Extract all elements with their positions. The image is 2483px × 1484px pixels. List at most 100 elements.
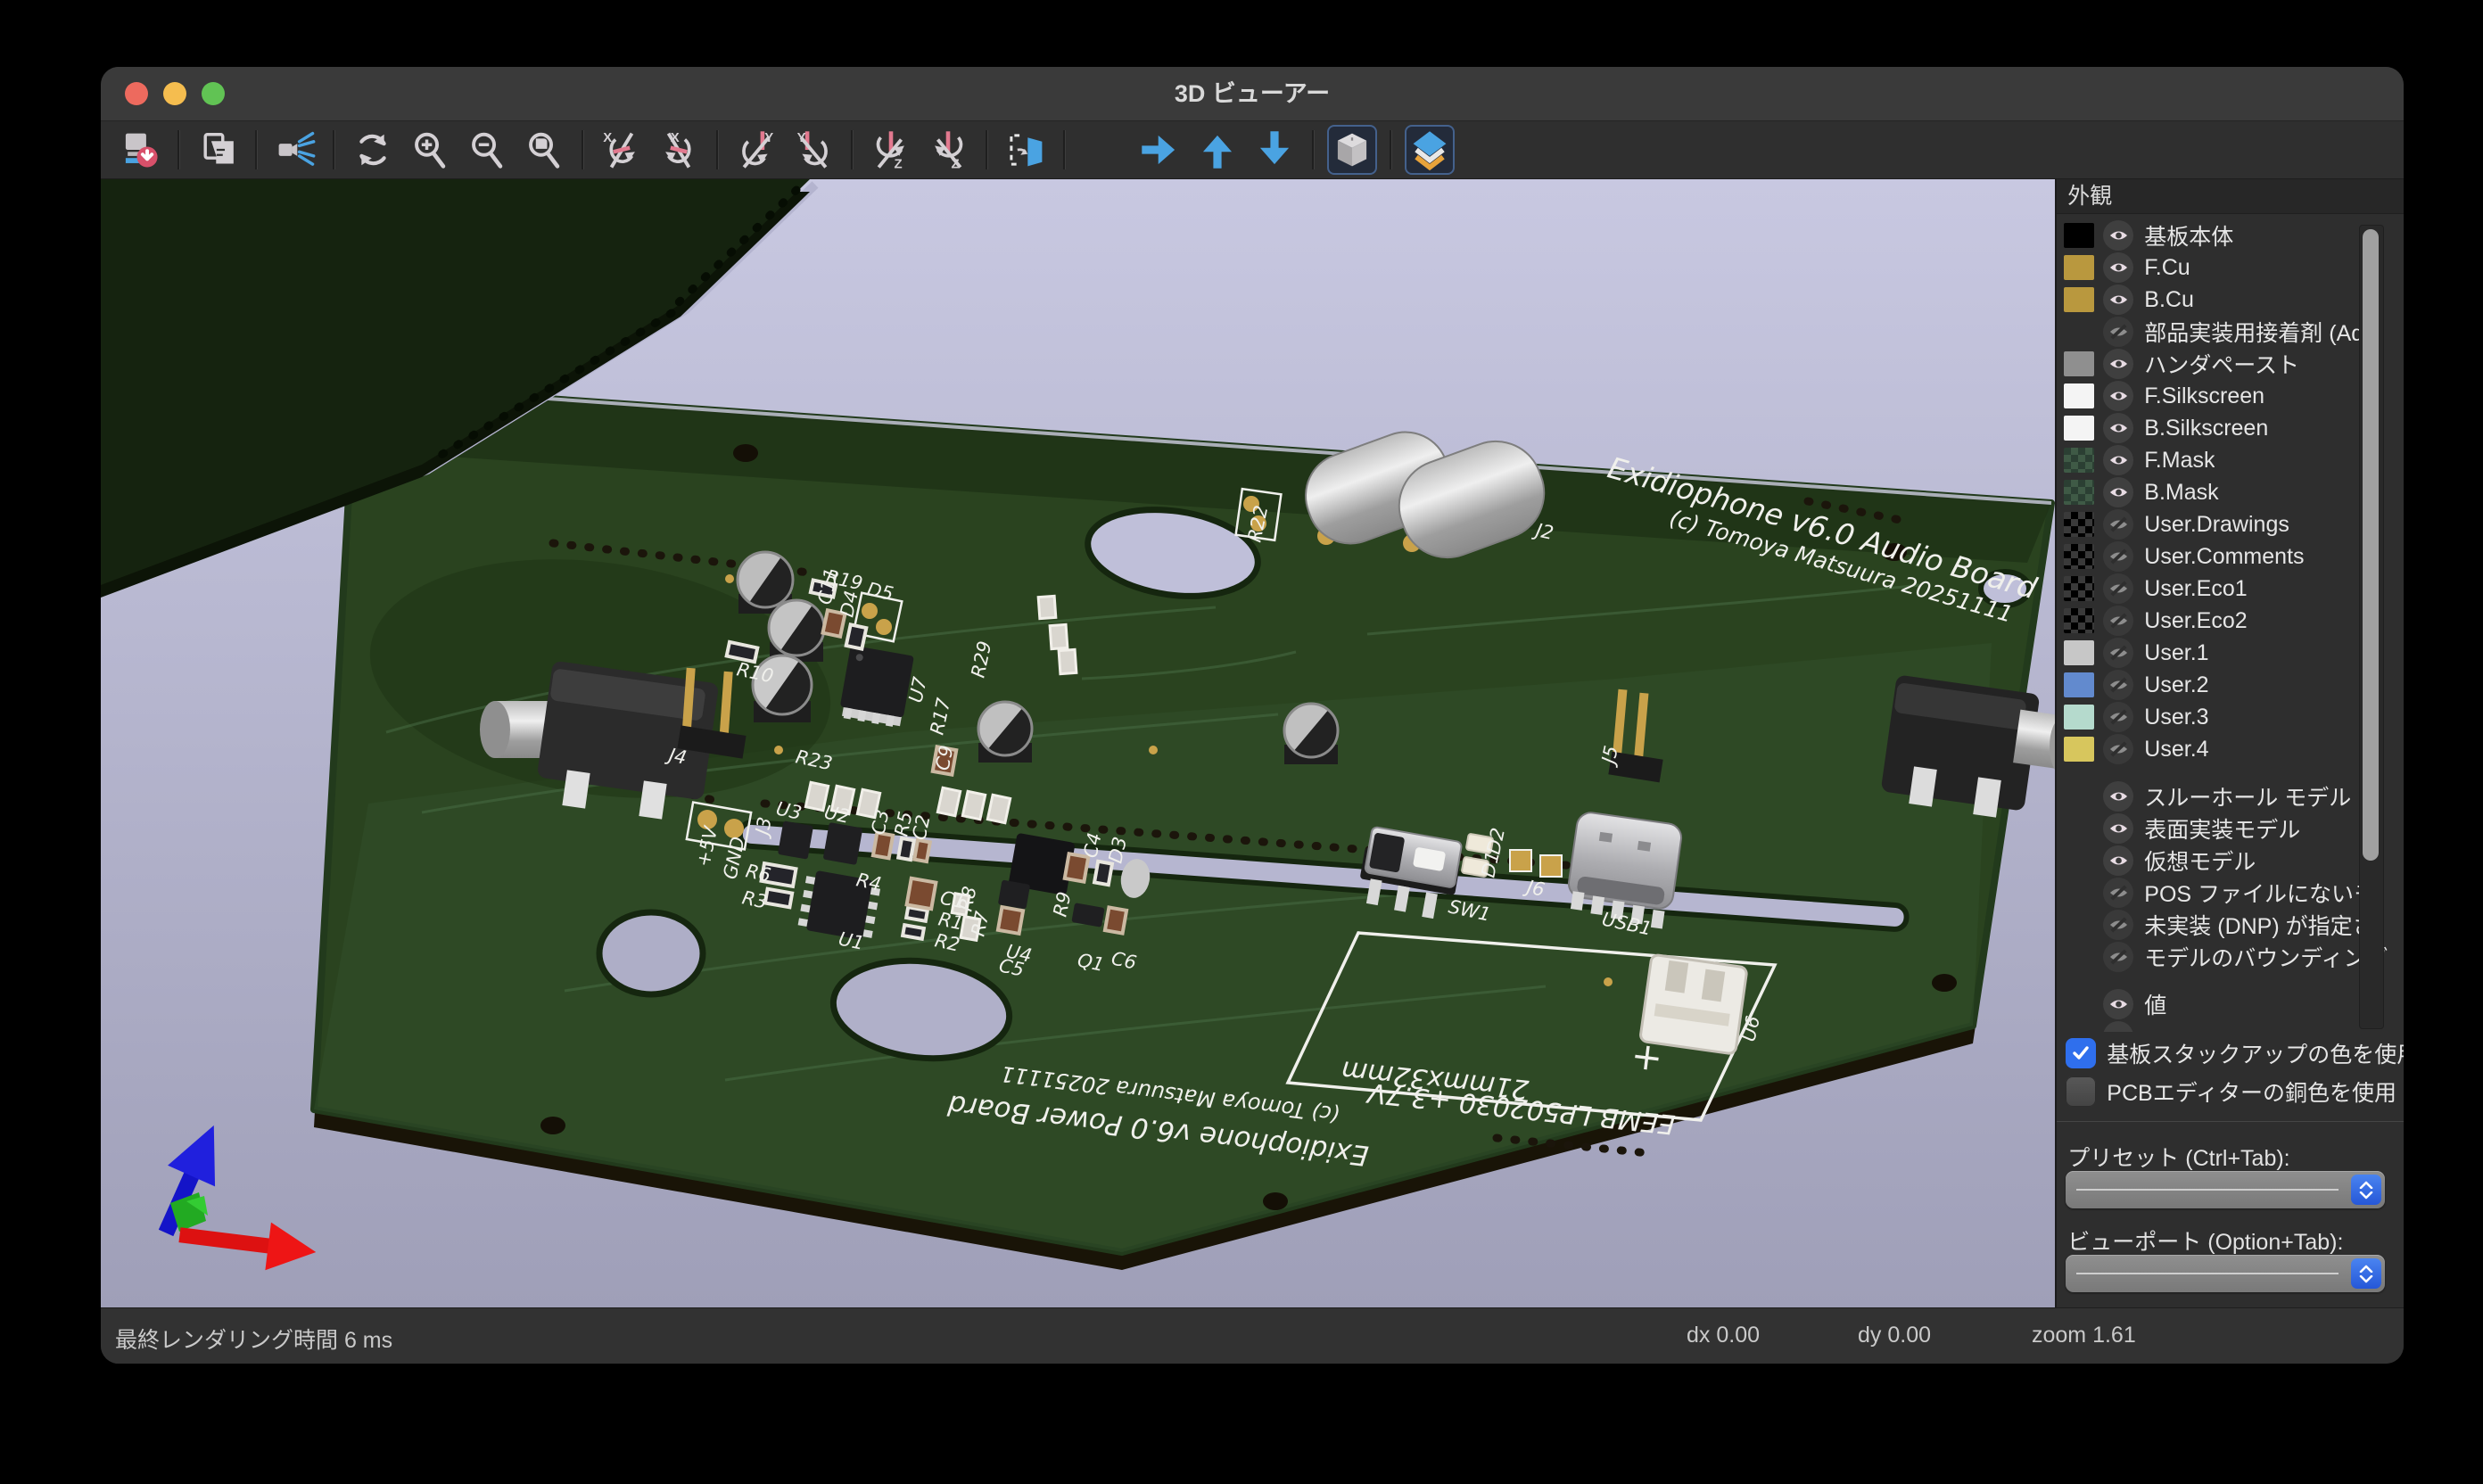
viewport-3d[interactable]: Exidiophone v6.0 Audio Board (c) Tomoya … bbox=[101, 179, 2055, 1307]
rotate-x-cw-icon: X bbox=[601, 129, 642, 170]
layer-label: スルーホール モデル bbox=[2144, 780, 2351, 812]
visibility-eye-icon[interactable] bbox=[2103, 284, 2133, 315]
layer-row[interactable]: 基板本体 bbox=[2057, 219, 2404, 251]
layer-row[interactable]: User.1 bbox=[2057, 637, 2404, 669]
layer-row[interactable] bbox=[2057, 1020, 2404, 1032]
visibility-eye-icon[interactable] bbox=[2103, 381, 2133, 411]
layer-row[interactable]: B.Cu bbox=[2057, 284, 2404, 316]
layer-label: User.Drawings bbox=[2144, 512, 2289, 538]
rotate-y-cw-button[interactable]: Y bbox=[731, 125, 781, 175]
visibility-eye-icon[interactable] bbox=[2103, 942, 2133, 972]
preset-dropdown[interactable] bbox=[2066, 1171, 2385, 1208]
visibility-eye-icon[interactable] bbox=[2103, 606, 2133, 636]
reload-board-button[interactable] bbox=[115, 125, 165, 175]
layer-color-swatch bbox=[2064, 480, 2094, 505]
visibility-eye-icon[interactable] bbox=[2103, 477, 2133, 507]
visibility-eye-icon[interactable] bbox=[2103, 910, 2133, 940]
move-left-button[interactable] bbox=[1078, 125, 1128, 175]
visibility-eye-icon[interactable] bbox=[2103, 638, 2133, 668]
layer-row[interactable]: 値 bbox=[2057, 988, 2404, 1020]
visibility-eye-icon[interactable] bbox=[2103, 220, 2133, 251]
render-view-button[interactable] bbox=[270, 125, 320, 175]
layer-row[interactable]: User.2 bbox=[2057, 669, 2404, 701]
dropdown-stepper-icon[interactable] bbox=[2351, 1175, 2381, 1205]
zoom-to-fit-button[interactable] bbox=[519, 125, 569, 175]
layer-row[interactable]: User.Drawings bbox=[2057, 508, 2404, 540]
layer-row[interactable]: 部品実装用接着剤 (Adh bbox=[2057, 316, 2404, 348]
layer-row[interactable]: 表面実装モデル bbox=[2057, 812, 2404, 845]
use-pcb-editor-copper-checkbox[interactable]: PCBエディターの銅色を使用 bbox=[2066, 1076, 2396, 1108]
layer-label: User.Eco2 bbox=[2144, 608, 2247, 634]
layer-row[interactable]: F.Cu bbox=[2057, 251, 2404, 284]
layer-label: F.Cu bbox=[2144, 255, 2190, 281]
rotate-x-ccw-button[interactable]: X bbox=[654, 125, 704, 175]
layer-row[interactable]: 未実装 (DNP) が指定さ bbox=[2057, 909, 2404, 941]
visibility-eye-icon[interactable] bbox=[2103, 845, 2133, 876]
visibility-eye-icon[interactable] bbox=[2103, 734, 2133, 764]
toolbar-separator bbox=[1063, 130, 1066, 169]
visibility-eye-icon[interactable] bbox=[2103, 878, 2133, 908]
layer-row[interactable]: スルーホール モデル bbox=[2057, 780, 2404, 812]
visibility-eye-icon[interactable] bbox=[2103, 989, 2133, 1019]
checkbox-checked-icon[interactable] bbox=[2066, 1038, 2096, 1068]
visibility-eye-icon[interactable] bbox=[2103, 1021, 2133, 1032]
zoom-out-icon bbox=[466, 129, 507, 170]
visibility-eye-icon[interactable] bbox=[2103, 781, 2133, 812]
toolbar-separator bbox=[1390, 130, 1392, 169]
layer-list-scrollbar[interactable] bbox=[2359, 225, 2384, 1029]
rotate-y-ccw-button[interactable]: Y bbox=[788, 125, 838, 175]
visibility-eye-icon[interactable] bbox=[2103, 413, 2133, 443]
titlebar[interactable]: 3D ビューアー bbox=[101, 67, 2404, 121]
visibility-eye-icon[interactable] bbox=[2103, 252, 2133, 283]
layer-row[interactable]: POS ファイルにないモ bbox=[2057, 877, 2404, 909]
appearance-manager-toggle[interactable] bbox=[1405, 125, 1455, 175]
toolbar-separator bbox=[177, 130, 180, 169]
scrollbar-thumb[interactable] bbox=[2363, 229, 2379, 861]
rotate-z-cw-button[interactable]: Z bbox=[866, 125, 916, 175]
visibility-eye-icon[interactable] bbox=[2103, 813, 2133, 844]
copy-image-button[interactable] bbox=[193, 125, 243, 175]
redraw-button[interactable] bbox=[348, 125, 398, 175]
visibility-eye-icon[interactable] bbox=[2103, 317, 2133, 347]
layer-row[interactable]: User.4 bbox=[2057, 733, 2404, 765]
move-down-button[interactable] bbox=[1250, 125, 1299, 175]
visibility-eye-icon[interactable] bbox=[2103, 349, 2133, 379]
move-right-button[interactable] bbox=[1135, 125, 1185, 175]
zoom-in-button[interactable] bbox=[405, 125, 455, 175]
visibility-eye-icon[interactable] bbox=[2103, 445, 2133, 475]
rotate-x-cw-button[interactable]: X bbox=[597, 125, 647, 175]
orthographic-projection-toggle[interactable] bbox=[1327, 125, 1377, 175]
rotate-z-ccw-button[interactable]: Z bbox=[923, 125, 973, 175]
zoom-out-button[interactable] bbox=[462, 125, 512, 175]
layer-row[interactable]: User.Eco1 bbox=[2057, 573, 2404, 605]
move-up-button[interactable] bbox=[1192, 125, 1242, 175]
dropdown-stepper-icon[interactable] bbox=[2351, 1258, 2381, 1289]
toolbar-separator bbox=[333, 130, 335, 169]
rotate-x-ccw-icon: X bbox=[658, 129, 699, 170]
visibility-eye-icon[interactable] bbox=[2103, 670, 2133, 700]
visibility-eye-icon[interactable] bbox=[2103, 573, 2133, 604]
svg-text:Z: Z bbox=[894, 157, 902, 170]
checkbox-unchecked-icon[interactable] bbox=[2066, 1076, 2096, 1107]
flip-board-button[interactable] bbox=[1001, 125, 1051, 175]
layer-row[interactable]: B.Mask bbox=[2057, 476, 2404, 508]
layer-row[interactable]: 仮想モデル bbox=[2057, 845, 2404, 877]
use-stackup-colors-checkbox[interactable]: 基板スタックアップの色を使用 bbox=[2066, 1037, 2404, 1069]
visibility-eye-icon[interactable] bbox=[2103, 541, 2133, 572]
visibility-eye-icon[interactable] bbox=[2103, 509, 2133, 540]
layer-row[interactable]: F.Silkscreen bbox=[2057, 380, 2404, 412]
visibility-eye-icon[interactable] bbox=[2103, 702, 2133, 732]
layer-row[interactable]: User.Eco2 bbox=[2057, 605, 2404, 637]
layer-row[interactable]: モデルのバウンディング bbox=[2057, 941, 2404, 973]
toolbar-separator bbox=[1312, 130, 1315, 169]
layer-row[interactable]: User.Comments bbox=[2057, 540, 2404, 573]
ic-u7 bbox=[838, 645, 914, 728]
layer-color-swatch bbox=[2064, 1024, 2094, 1032]
layer-row[interactable]: ハンダペースト bbox=[2057, 348, 2404, 380]
arrow-up-icon bbox=[1197, 129, 1238, 170]
viewport-dropdown[interactable] bbox=[2066, 1255, 2385, 1292]
layer-row[interactable]: User.3 bbox=[2057, 701, 2404, 733]
rotate-y-ccw-icon: Y bbox=[793, 129, 834, 170]
layer-row[interactable]: F.Mask bbox=[2057, 444, 2404, 476]
layer-row[interactable]: B.Silkscreen bbox=[2057, 412, 2404, 444]
